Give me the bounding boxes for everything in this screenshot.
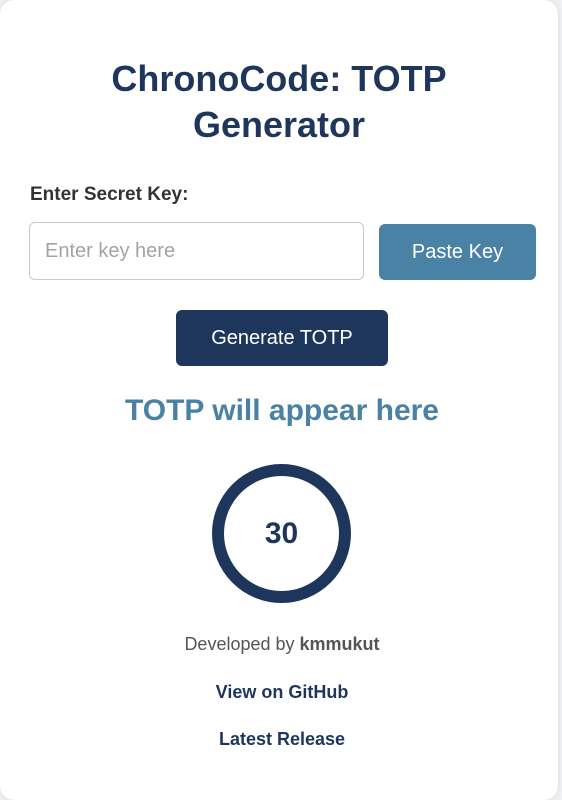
countdown-timer: 30 <box>212 464 351 603</box>
latest-release-link[interactable]: Latest Release <box>0 729 562 750</box>
developer-credit: Developed by kmmukut <box>0 634 562 655</box>
page-title: ChronoCode: TOTP Generator <box>0 56 558 148</box>
totp-output: TOTP will appear here <box>124 394 439 427</box>
author-name: kmmukut <box>299 634 380 654</box>
countdown-value: 30 <box>264 516 299 550</box>
secret-key-label: Enter Secret Key: <box>30 184 189 205</box>
page-title-line2: Generator <box>192 104 366 145</box>
github-link[interactable]: View on GitHub <box>0 682 562 703</box>
developed-by-text: Developed by <box>184 634 295 654</box>
generate-totp-button[interactable]: Generate TOTP <box>176 310 388 366</box>
secret-key-input[interactable] <box>29 222 364 280</box>
page-title-line1: ChronoCode: TOTP <box>111 58 447 99</box>
paste-key-button[interactable]: Paste Key <box>379 224 536 280</box>
totp-card: ChronoCode: TOTP Generator Enter Secret … <box>0 0 558 800</box>
